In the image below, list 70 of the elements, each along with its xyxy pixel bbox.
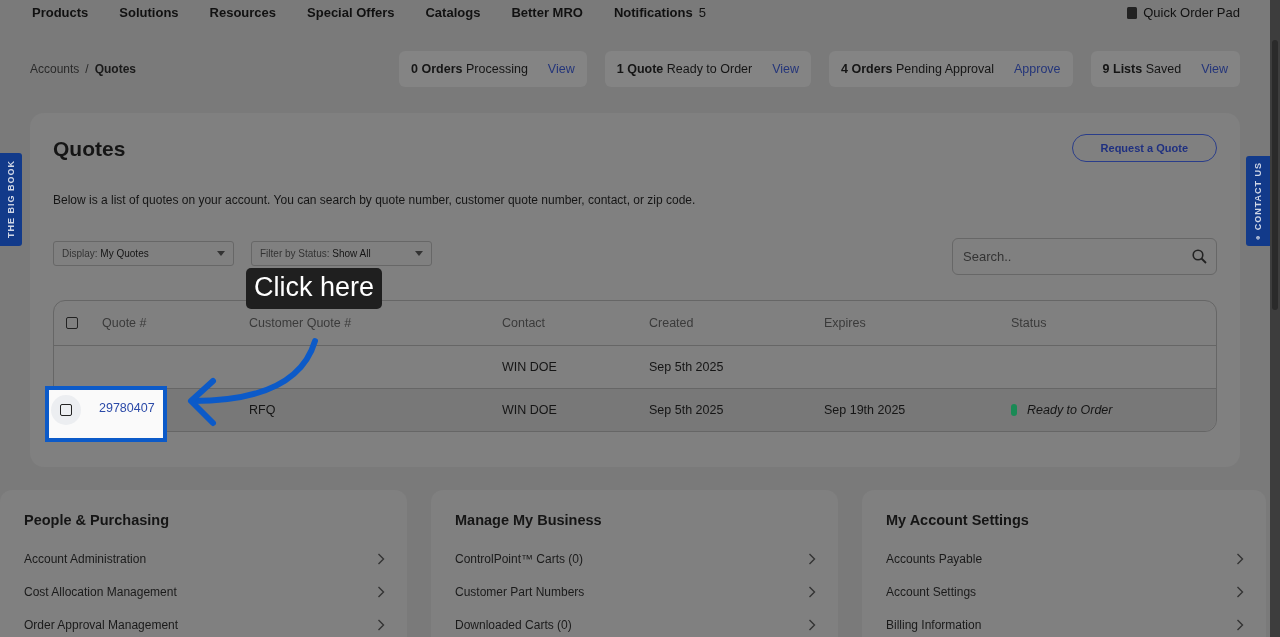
column-header: Contact	[502, 316, 547, 330]
quick-order-link[interactable]: Quick Order Pad	[1127, 4, 1240, 20]
info-icon	[1253, 236, 1263, 240]
chevron-right-icon	[808, 618, 816, 631]
menu-link[interactable]: Billing Information	[886, 608, 1244, 637]
column-header: Customer Quote #	[249, 316, 353, 330]
breadcrumb-separator: /	[85, 62, 89, 76]
scrollbar[interactable]	[1270, 0, 1280, 637]
summary-link[interactable]: View	[772, 62, 800, 76]
breadcrumb-link[interactable]: Accounts	[30, 62, 80, 76]
menu-link[interactable]: Account Settings	[886, 575, 1244, 608]
chevron-right-icon	[377, 585, 385, 598]
menu-link[interactable]: Downloaded Carts (0)	[455, 608, 816, 637]
chevron-right-icon	[377, 552, 385, 565]
column-header: Quote #	[102, 316, 148, 330]
breadcrumb-link[interactable]: Quotes	[94, 62, 137, 76]
row-checkbox[interactable]	[60, 404, 72, 416]
chevron-right-icon	[1236, 585, 1244, 598]
clipboard-icon	[1127, 5, 1138, 19]
search-field[interactable]: Search..	[952, 238, 1217, 275]
chevron-right-icon	[808, 552, 816, 565]
nav-link[interactable]: Better MRO	[511, 4, 583, 20]
tooltip: Click here	[246, 268, 383, 309]
panel-title: My Account Settings	[886, 512, 1030, 528]
summary-text: 0 Orders Processing	[411, 62, 528, 76]
menu-link[interactable]: Account Administration	[24, 542, 385, 575]
table-cell-text: WIN DOE	[502, 403, 558, 417]
summary-text: 4 Orders Pending Approval	[841, 62, 994, 76]
summary-text: 9 Lists Saved	[1102, 62, 1182, 76]
filter-dropdown[interactable]: Display: My Quotes	[53, 241, 234, 266]
summary-text: 1 Quote Ready to Order	[616, 62, 753, 76]
chevron-right-icon	[1236, 552, 1244, 565]
panel-title: People & Purchasing	[24, 512, 171, 528]
select-all-checkbox[interactable]	[66, 317, 78, 329]
panel-title: Manage My Business	[455, 512, 603, 528]
caret-icon	[415, 251, 423, 256]
table-cell: Sep 19th 2025	[824, 403, 906, 417]
menu-link[interactable]: Customer Part Numbers	[455, 575, 816, 608]
table-cell-text: Sep 5th 2025	[649, 360, 725, 374]
side-tab[interactable]: THE BIG BOOK	[0, 153, 22, 246]
column-header: Expires	[824, 316, 867, 330]
nav-link[interactable]: Catalogs	[425, 4, 481, 20]
page-title: Quotes	[53, 136, 126, 161]
column-header: Created	[649, 316, 695, 330]
summary-link[interactable]: View	[1201, 62, 1228, 76]
nav-link[interactable]: Special Offers	[307, 4, 395, 20]
chevron-right-icon	[377, 618, 385, 631]
nav-link[interactable]: Products	[32, 4, 89, 20]
column-header: Status	[1011, 316, 1048, 330]
table-cell-text: WIN DOE	[502, 360, 558, 374]
table-cell-text: Sep 5th 2025	[649, 403, 725, 417]
quote-link[interactable]: 29780407	[99, 401, 155, 415]
contact-tab[interactable]: CONTACT US	[1246, 156, 1270, 246]
nav-link[interactable]: Notifications 5	[613, 4, 706, 20]
menu-link[interactable]: Cost Allocation Management	[24, 575, 385, 608]
filter-dropdown[interactable]: Filter by Status: Show All	[251, 241, 432, 266]
menu-link[interactable]: ControlPoint™ Carts (0)	[455, 542, 816, 575]
chevron-right-icon	[1236, 618, 1244, 631]
menu-link[interactable]: Accounts Payable	[886, 542, 1244, 575]
menu-link[interactable]: Order Approval Management	[24, 608, 385, 637]
nav-link[interactable]: Resources	[209, 4, 277, 20]
search-icon	[1192, 249, 1207, 264]
summary-link[interactable]: View	[547, 62, 575, 76]
description-text: Below is a list of quotes on your account. You can search by quote number, customer quote number, contact, or zip code.	[53, 193, 697, 207]
table-cell: RFQ	[249, 403, 276, 417]
nav-link[interactable]: Solutions	[119, 4, 179, 20]
caret-icon	[217, 251, 225, 256]
status-text: Ready to Order	[1027, 403, 1113, 417]
chevron-right-icon	[808, 585, 816, 598]
summary-link[interactable]: Approve	[1014, 62, 1061, 76]
